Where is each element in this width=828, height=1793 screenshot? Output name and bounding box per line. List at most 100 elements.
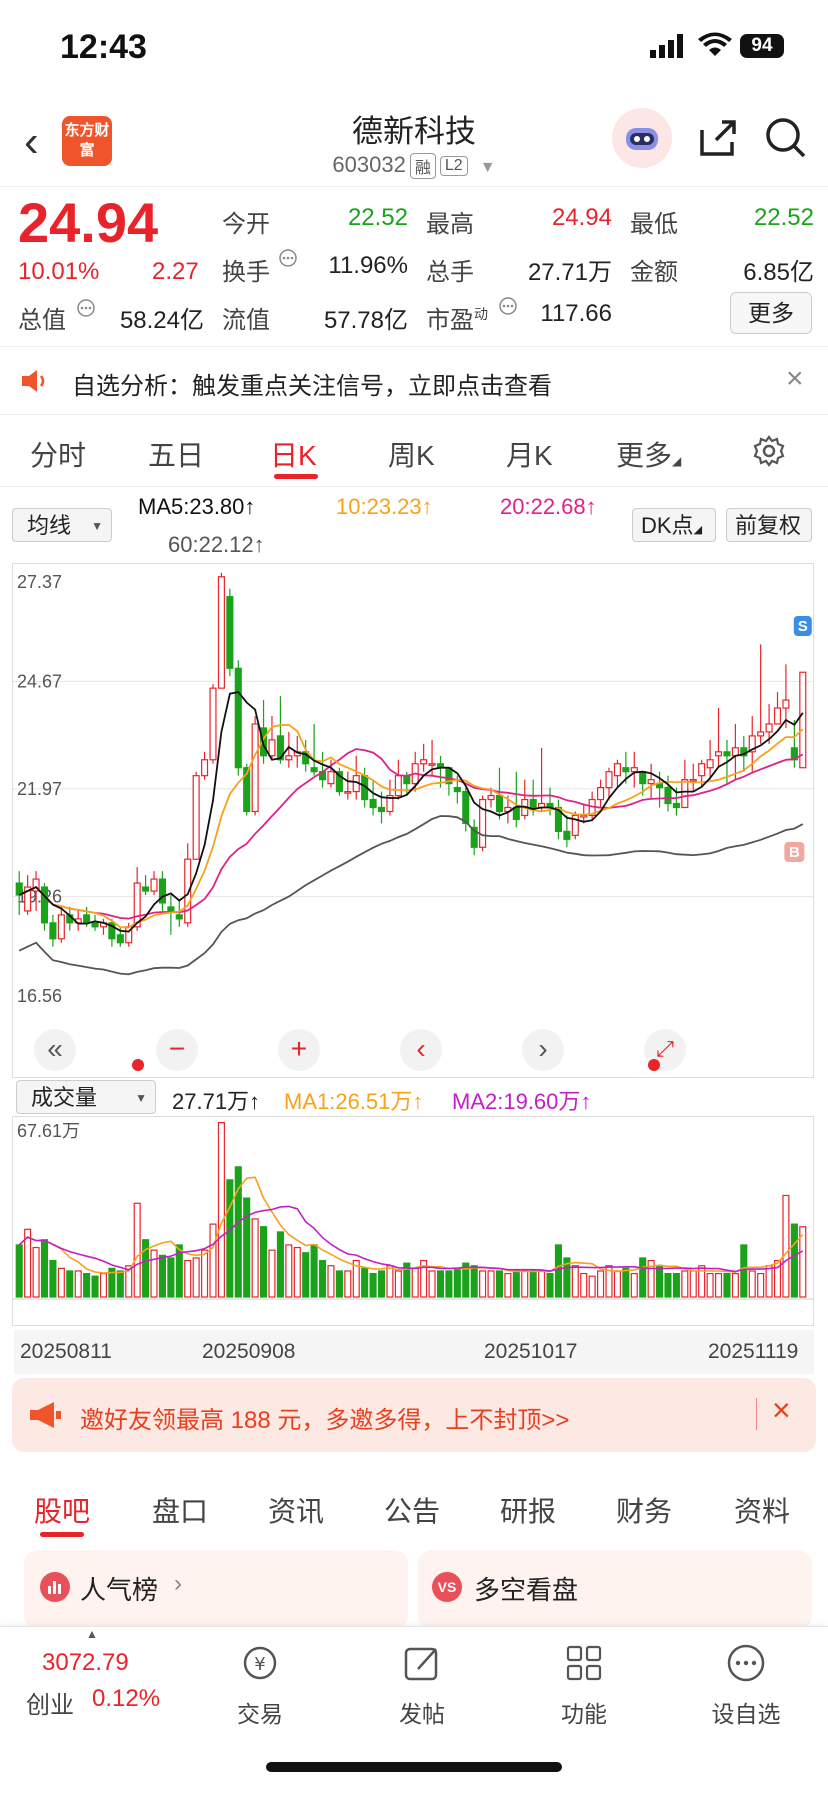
candle (209, 687, 217, 761)
volume-bar (116, 1270, 124, 1298)
pe-label: 市盈动 (426, 306, 488, 334)
info-icon[interactable] (278, 248, 298, 273)
volume-chart[interactable]: 67.61万 (12, 1116, 814, 1326)
candle (563, 830, 571, 840)
volume-bar (167, 1257, 175, 1298)
candle (773, 707, 782, 725)
feature-cards: 人气榜 › VS 多空看盘 (0, 1550, 828, 1630)
volume-legend-row: 成交量 ▼ 27.71万↑ MA1:26.51万↑ MA2:19.60万↑ (0, 1080, 828, 1116)
volume-bar (571, 1265, 579, 1298)
candle (226, 596, 234, 669)
watchlist-label: 设自选 (711, 1701, 781, 1727)
candle (83, 914, 91, 924)
tab-five-day[interactable]: 五日 (148, 434, 204, 474)
volume-bar (260, 1226, 268, 1298)
trade-button[interactable]: ¥ 交易 (200, 1641, 320, 1729)
change-pct: 10.01% (18, 258, 100, 285)
tab-more[interactable]: 更多◢ (616, 434, 681, 474)
indicator-select[interactable]: 均线 ▼ (12, 508, 112, 542)
tab-profile[interactable]: 资料 (734, 1490, 790, 1530)
kline-chart[interactable]: 27.37 24.67 21.97 19.26 16.56 S B (12, 563, 814, 1078)
volume-indicator-select[interactable]: 成交量 ▼ (16, 1080, 156, 1114)
candle (150, 878, 158, 892)
info-icon[interactable] (76, 298, 96, 323)
robot-assistant-icon[interactable] (612, 108, 672, 168)
invite-banner[interactable]: 邀好友领最高 188 元，多邀多得，上不封顶>> × (12, 1378, 816, 1452)
dk-point-button[interactable]: DK点◢ (632, 508, 716, 542)
tab-announcement[interactable]: 公告 (384, 1490, 440, 1530)
volume-bar (293, 1246, 301, 1298)
candle (49, 922, 57, 940)
volume-bar (538, 1270, 546, 1298)
y-tick-label: 16.56 (17, 986, 62, 1006)
candle (251, 723, 259, 813)
tab-guba[interactable]: 股吧 (34, 1490, 90, 1530)
volume-bar (740, 1244, 748, 1298)
index-widget[interactable]: ▲ 3072.79 创业 0.12% (10, 1627, 170, 1737)
candle (310, 767, 318, 773)
function-button[interactable]: 功能 (524, 1641, 644, 1729)
candle (630, 767, 638, 773)
tab-minute[interactable]: 分时 (30, 434, 86, 474)
tab-month-k[interactable]: 月K (506, 434, 553, 474)
candle (268, 739, 276, 757)
post-button[interactable]: 发帖 (362, 1641, 482, 1729)
tab-pankou[interactable]: 盘口 (152, 1490, 208, 1530)
gear-icon[interactable] (752, 434, 786, 473)
volume-bar (630, 1272, 638, 1298)
volume-bar (74, 1270, 82, 1298)
share-icon[interactable] (696, 116, 740, 165)
popularity-card[interactable]: 人气榜 › (24, 1550, 408, 1630)
index-value: 3072.79 (42, 1649, 129, 1676)
search-icon[interactable] (764, 116, 808, 165)
candle (57, 914, 65, 940)
triangle-up-icon: ▲ (86, 1627, 98, 1641)
tab-week-k[interactable]: 周K (388, 434, 435, 474)
period-tabs: 分时 五日 日K 周K 月K 更多◢ (0, 416, 828, 487)
candle (597, 787, 605, 801)
candle (428, 763, 436, 766)
candle (698, 763, 706, 777)
adjust-button[interactable]: 前复权 (726, 508, 812, 542)
volume-bar (656, 1265, 664, 1298)
amount-label: 金额 (630, 259, 678, 286)
divider (756, 1398, 757, 1430)
candle (175, 914, 183, 920)
candle (217, 576, 225, 689)
volume-bar (411, 1267, 419, 1298)
tab-news[interactable]: 资讯 (268, 1490, 324, 1530)
mcap-label: 总值 (18, 307, 66, 334)
volume-bar (470, 1265, 478, 1298)
volume-max-label: 67.61万 (17, 1121, 80, 1141)
candle (201, 759, 209, 777)
volume-bar (327, 1265, 335, 1298)
volume-bar (66, 1270, 74, 1298)
volume-bar (83, 1272, 91, 1298)
post-label: 发帖 (399, 1701, 445, 1727)
volume-bar (276, 1231, 284, 1298)
volume-bar (765, 1265, 773, 1298)
tab-finance[interactable]: 财务 (616, 1490, 672, 1530)
add-watchlist-button[interactable]: 设自选 (686, 1641, 806, 1729)
open-label: 今开 (222, 211, 270, 238)
close-icon[interactable]: × (772, 1392, 791, 1429)
volume-bar (445, 1270, 453, 1298)
volume-bar (302, 1252, 310, 1298)
tab-research[interactable]: 研报 (500, 1490, 556, 1530)
bull-bear-card[interactable]: VS 多空看盘 (418, 1550, 812, 1630)
notice-banner[interactable]: 自选分析：触发重点关注信号，立即点击查看 × (0, 348, 828, 415)
info-icon[interactable] (498, 296, 518, 321)
tab-day-k[interactable]: 日K (270, 434, 317, 474)
candle (799, 671, 807, 769)
candle (723, 751, 731, 757)
candle (529, 798, 537, 809)
candle (689, 779, 697, 782)
volume-bar (748, 1270, 756, 1298)
more-button[interactable]: 更多 (730, 292, 812, 334)
volume-bar (150, 1249, 158, 1298)
ma5-label: MA5:23.80↑ (138, 494, 256, 519)
turnover-label: 换手 (222, 259, 270, 286)
ma60-label: 60:22.12↑ (168, 532, 265, 557)
close-icon[interactable]: × (786, 362, 804, 396)
volume-bar (529, 1270, 537, 1298)
